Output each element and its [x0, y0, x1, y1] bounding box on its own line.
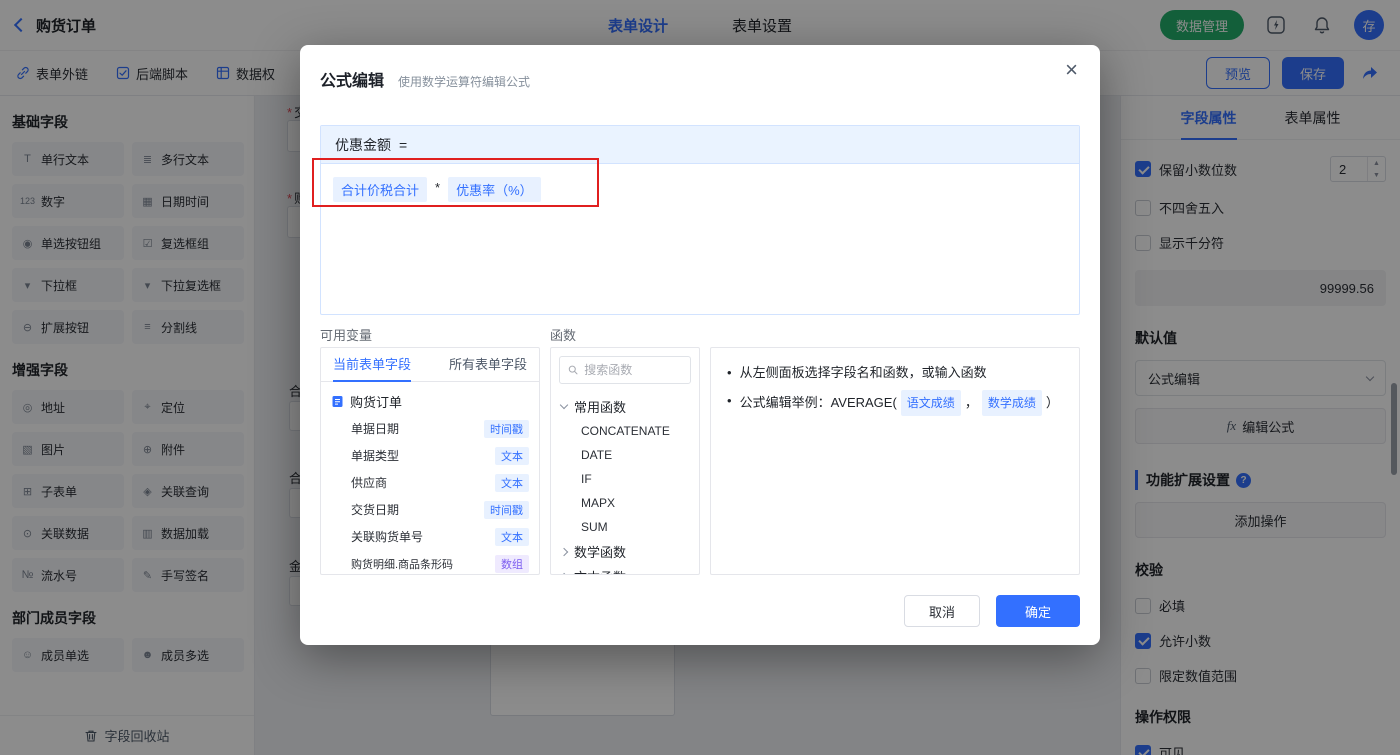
equals-sign: = [399, 136, 408, 153]
hint-line-example: • 公式编辑举例：AVERAGE( 语文成绩 ， 数学成绩 ） [727, 390, 1063, 416]
function-item-concatenate[interactable]: CONCATENATE [561, 419, 689, 443]
cancel-button[interactable]: 取消 [904, 595, 980, 627]
tree-root-form[interactable]: 购货订单 [331, 388, 529, 415]
variable-name: 单据日期 [351, 422, 400, 436]
variable-row[interactable]: 交货日期 时间戳 [331, 496, 529, 523]
variable-type-badge: 时间戳 [484, 419, 529, 438]
example-field-pill: 数学成绩 [981, 390, 1042, 416]
formula-field-token[interactable]: 合计价税合计 [333, 177, 428, 202]
variable-type-badge: 文本 [495, 473, 529, 492]
formula-editor-header: 优惠金额 = [321, 126, 1079, 164]
function-item-sum[interactable]: SUM [561, 515, 689, 539]
variable-row[interactable]: 单据日期 时间戳 [331, 415, 529, 442]
variable-name: 供应商 [351, 476, 388, 490]
function-group-label: 常用函数 [574, 400, 627, 415]
formula-target-field: 优惠金额 [335, 136, 391, 153]
variables-section-label: 可用变量 [320, 328, 373, 343]
function-group-label: 文本函数 [574, 567, 626, 574]
formula-operator: * [435, 180, 441, 195]
variable-row[interactable]: 关联购货单号 文本 [331, 523, 529, 550]
functions-section-label: 函数 [550, 328, 577, 343]
variable-name: 关联购货单号 [351, 530, 424, 544]
confirm-button[interactable]: 确定 [996, 595, 1080, 627]
example-field-pill: 语文成绩 [900, 390, 961, 416]
bullet-icon: • [727, 393, 732, 408]
function-group-text[interactable]: 文本函数 [559, 564, 689, 574]
function-item-if[interactable]: IF [561, 467, 689, 491]
formula-expression[interactable]: 合计价税合计 * 优惠率（%） [321, 164, 1079, 215]
dialog-subtitle: 使用数学运算符编辑公式 [398, 75, 531, 89]
form-doc-icon [332, 396, 343, 407]
formula-field-token[interactable]: 优惠率（%） [448, 177, 541, 202]
hint-text: 从左侧面板选择字段名和函数，或输入函数 [739, 365, 987, 380]
variable-type-badge: 文本 [495, 527, 529, 546]
close-icon[interactable]: × [1065, 59, 1078, 81]
variable-name: 购货明细.商品条形码 [351, 558, 454, 571]
variable-row[interactable]: 供应商 文本 [331, 469, 529, 496]
variables-panel: 当前表单字段 所有表单字段 购货订单 单据日期 时间戳 单据类型 文本 供应商 文本 … [320, 347, 540, 575]
functions-panel: 常用函数 CONCATENATE DATE IF MAPX SUM 数学函数 文… [550, 347, 700, 575]
bullet-icon: • [727, 365, 732, 380]
variable-row[interactable]: 购货明细.商品条形码 数组 [331, 550, 529, 574]
dialog-header: 公式编辑 使用数学运算符编辑公式 [320, 67, 530, 91]
hint-example-prefix: 公式编辑举例：AVERAGE( [739, 395, 897, 410]
tab-all-form-fields[interactable]: 所有表单字段 [449, 348, 527, 382]
tree-root-label: 购货订单 [350, 395, 403, 410]
hint-example-suffix: ） [1045, 395, 1059, 410]
variable-name: 交货日期 [351, 503, 400, 517]
function-search[interactable] [559, 356, 691, 384]
hint-line: • 从左侧面板选择字段名和函数，或输入函数 [727, 362, 1063, 384]
function-tree: 常用函数 CONCATENATE DATE IF MAPX SUM 数学函数 文… [551, 392, 699, 574]
tab-current-form-fields[interactable]: 当前表单字段 [333, 348, 412, 382]
variable-name: 单据类型 [351, 449, 400, 463]
function-search-input[interactable] [584, 363, 682, 377]
formula-editor[interactable]: 优惠金额 = 合计价税合计 * 优惠率（%） [320, 125, 1080, 315]
formula-hints-panel: • 从左侧面板选择字段名和函数，或输入函数 • 公式编辑举例：AVERAGE( … [710, 347, 1080, 575]
search-icon [568, 365, 578, 375]
variable-type-badge: 数组 [495, 554, 529, 573]
hint-example: 公式编辑举例：AVERAGE( 语文成绩 ， 数学成绩 ） [740, 390, 1059, 416]
variables-tabs: 当前表单字段 所有表单字段 [321, 348, 539, 382]
dialog-title: 公式编辑 [320, 73, 385, 90]
function-group-label: 数学函数 [574, 545, 627, 560]
formula-edit-dialog: 公式编辑 使用数学运算符编辑公式 × 优惠金额 = 合计价税合计 * 优惠率（%… [300, 45, 1100, 645]
function-item-date[interactable]: DATE [561, 443, 689, 467]
chevron-down-icon [559, 400, 569, 410]
dialog-footer: 取消 确定 [904, 595, 1080, 627]
chevron-right-icon [559, 572, 569, 574]
function-item-mapx[interactable]: MAPX [561, 491, 689, 515]
chevron-right-icon [559, 547, 569, 556]
hint-example-separator: ， [964, 395, 978, 410]
function-group-common[interactable]: 常用函数 [559, 394, 689, 419]
variable-type-badge: 时间戳 [484, 500, 529, 519]
variable-row[interactable]: 单据类型 文本 [331, 442, 529, 469]
function-group-math[interactable]: 数学函数 [559, 539, 689, 564]
variables-tree: 购货订单 单据日期 时间戳 单据类型 文本 供应商 文本 交货日期 时间戳 关联购货单号… [321, 382, 539, 574]
variable-type-badge: 文本 [495, 446, 529, 465]
